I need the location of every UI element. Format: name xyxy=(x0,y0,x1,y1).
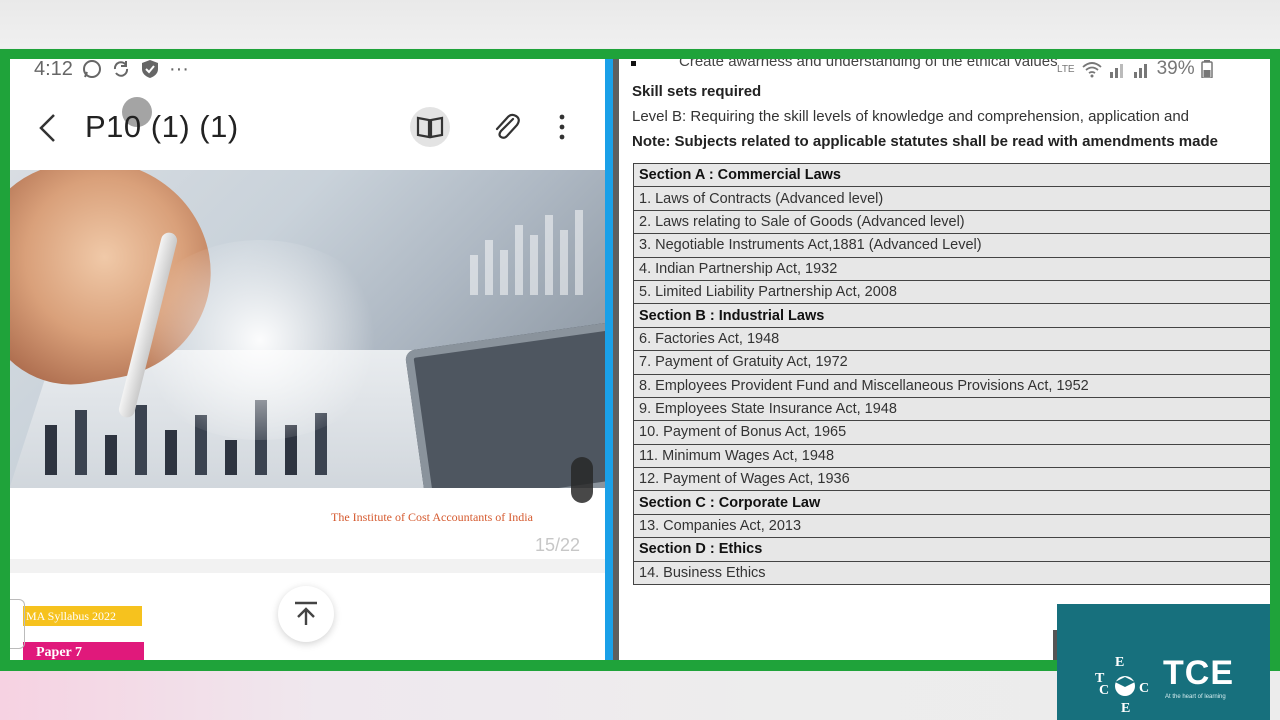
wifi-icon xyxy=(1082,62,1102,78)
split-screen: 4:12 ··· P10 (1) (1) The Institute of Co… xyxy=(10,59,1270,660)
institute-name: The Institute of Cost Accountants of Ind… xyxy=(331,510,533,524)
table-cell: 8. Employees Provident Fund and Miscella… xyxy=(633,373,1270,398)
table-cell: 13. Companies Act, 2013 xyxy=(633,513,1270,539)
battery-percent: 39% xyxy=(1156,59,1195,79)
table-cell: 4. Indian Partnership Act, 1932 xyxy=(633,256,1270,281)
table-row: 3. Negotiable Instruments Act,1881 (Adva… xyxy=(633,233,1270,258)
paperclip-icon xyxy=(495,113,520,139)
table-cell: 10. Payment of Bonus Act, 1965 xyxy=(633,420,1270,445)
whatsapp-icon xyxy=(82,60,101,78)
table-section-row: Section A : Commercial Laws xyxy=(633,162,1270,188)
signal-icon xyxy=(1109,64,1123,78)
table-row: 12. Payment of Wages Act, 1936 xyxy=(633,467,1270,492)
objective-line: Create awarness and understanding of the… xyxy=(679,59,1058,70)
tce-brand: TCE xyxy=(1163,654,1234,692)
status-bar-left: 4:12 ··· xyxy=(34,59,189,80)
emblem-letter: E xyxy=(1121,701,1130,716)
table-row: 10. Payment of Bonus Act, 1965 xyxy=(633,420,1270,445)
book-icon xyxy=(416,116,444,139)
attach-button[interactable] xyxy=(486,107,526,147)
tce-emblem-logo: C E T C E xyxy=(1095,655,1149,716)
emblem-letter: T xyxy=(1095,671,1105,686)
pdf-viewer-pane: 4:12 ··· P10 (1) (1) The Institute of Co… xyxy=(10,59,605,660)
table-cell: 3. Negotiable Instruments Act,1881 (Adva… xyxy=(633,233,1270,258)
more-options-button[interactable] xyxy=(547,107,577,147)
table-cell: 6. Factories Act, 1948 xyxy=(633,326,1270,352)
table-cell: Section A : Commercial Laws xyxy=(633,162,1270,188)
battery-icon xyxy=(1200,60,1213,78)
network-type: LTE xyxy=(1057,63,1075,75)
table-row: 6. Factories Act, 1948 xyxy=(633,326,1270,352)
table-row: 5. Limited Liability Partnership Act, 20… xyxy=(633,279,1270,305)
table-row: 1. Laws of Contracts (Advanced level) xyxy=(633,186,1270,211)
status-bar-right: LTE 39% xyxy=(1057,59,1213,80)
table-cell: Section C : Corporate Law xyxy=(633,490,1270,515)
cover-bar-graphic xyxy=(470,210,583,295)
back-arrow-icon[interactable] xyxy=(34,111,64,145)
table-section-row: Section C : Corporate Law xyxy=(633,490,1270,515)
syllabus-pane: Create awarness and understanding of the… xyxy=(613,59,1270,660)
level-b-text: Level B: Requiring the skill levels of k… xyxy=(632,108,1190,125)
tce-tagline: At the heart of learning xyxy=(1165,694,1226,700)
pane-edge xyxy=(613,59,619,660)
syllabus-tag: MA Syllabus 2022 xyxy=(23,606,142,626)
table-cell: Section D : Ethics xyxy=(633,537,1270,562)
table-cell: 9. Employees State Insurance Act, 1948 xyxy=(633,396,1270,422)
bullet-mark xyxy=(631,61,636,66)
table-cell: Section B : Industrial Laws xyxy=(633,303,1270,328)
background-top xyxy=(0,0,1280,48)
table-cell: 7. Payment of Gratuity Act, 1972 xyxy=(633,350,1270,375)
status-overflow: ··· xyxy=(168,59,189,80)
table-row: 2. Laws relating to Sale of Goods (Advan… xyxy=(633,209,1270,235)
table-row: 4. Indian Partnership Act, 1932 xyxy=(633,256,1270,281)
document-title: P10 (1) (1) xyxy=(85,109,239,144)
emblem-letter: C xyxy=(1139,681,1149,696)
reading-mode-button[interactable] xyxy=(410,107,450,147)
page-separator xyxy=(10,559,605,573)
table-section-row: Section B : Industrial Laws xyxy=(633,303,1270,328)
edge-panel-handle[interactable] xyxy=(10,599,25,649)
cover-glow xyxy=(130,240,390,440)
amendments-note: Note: Subjects related to applicable sta… xyxy=(632,133,1218,150)
table-cell: 2. Laws relating to Sale of Goods (Advan… xyxy=(633,209,1270,235)
table-cell: 14. Business Ethics xyxy=(633,560,1270,586)
cover-image xyxy=(10,170,605,488)
table-section-row: Section D : Ethics xyxy=(633,537,1270,562)
skill-sets-heading: Skill sets required xyxy=(632,83,762,100)
status-time: 4:12 xyxy=(34,59,73,80)
shield-check-icon xyxy=(141,60,158,78)
viewer-toolbar: P10 (1) (1) xyxy=(10,97,605,159)
table-row: 9. Employees State Insurance Act, 1948 xyxy=(633,396,1270,422)
fast-scroll-handle[interactable] xyxy=(571,457,593,503)
table-row: 14. Business Ethics xyxy=(633,560,1270,586)
scroll-to-top-button[interactable] xyxy=(278,586,334,642)
table-cell: 11. Minimum Wages Act, 1948 xyxy=(633,443,1270,469)
page-counter: 15/22 xyxy=(535,535,581,555)
arrow-up-to-top-icon xyxy=(295,601,317,625)
more-vert-icon xyxy=(559,114,565,140)
paper-tag: Paper 7 xyxy=(23,642,144,660)
table-cell: 1. Laws of Contracts (Advanced level) xyxy=(633,186,1270,211)
emblem-letter: E xyxy=(1115,655,1124,670)
tce-watermark: C E T C E TCE At the heart of learning xyxy=(1057,604,1270,720)
table-row: 11. Minimum Wages Act, 1948 xyxy=(633,443,1270,469)
split-divider[interactable] xyxy=(605,59,613,660)
table-cell: 12. Payment of Wages Act, 1936 xyxy=(633,467,1270,492)
sync-icon xyxy=(113,61,128,77)
table-row: 13. Companies Act, 2013 xyxy=(633,513,1270,539)
table-row: 7. Payment of Gratuity Act, 1972 xyxy=(633,350,1270,375)
table-row: 8. Employees Provident Fund and Miscella… xyxy=(633,373,1270,398)
syllabus-table: Section A : Commercial Laws 1. Laws of Co… xyxy=(633,162,1270,586)
signal-icon-2 xyxy=(1133,64,1147,78)
table-cell: 5. Limited Liability Partnership Act, 20… xyxy=(633,279,1270,305)
